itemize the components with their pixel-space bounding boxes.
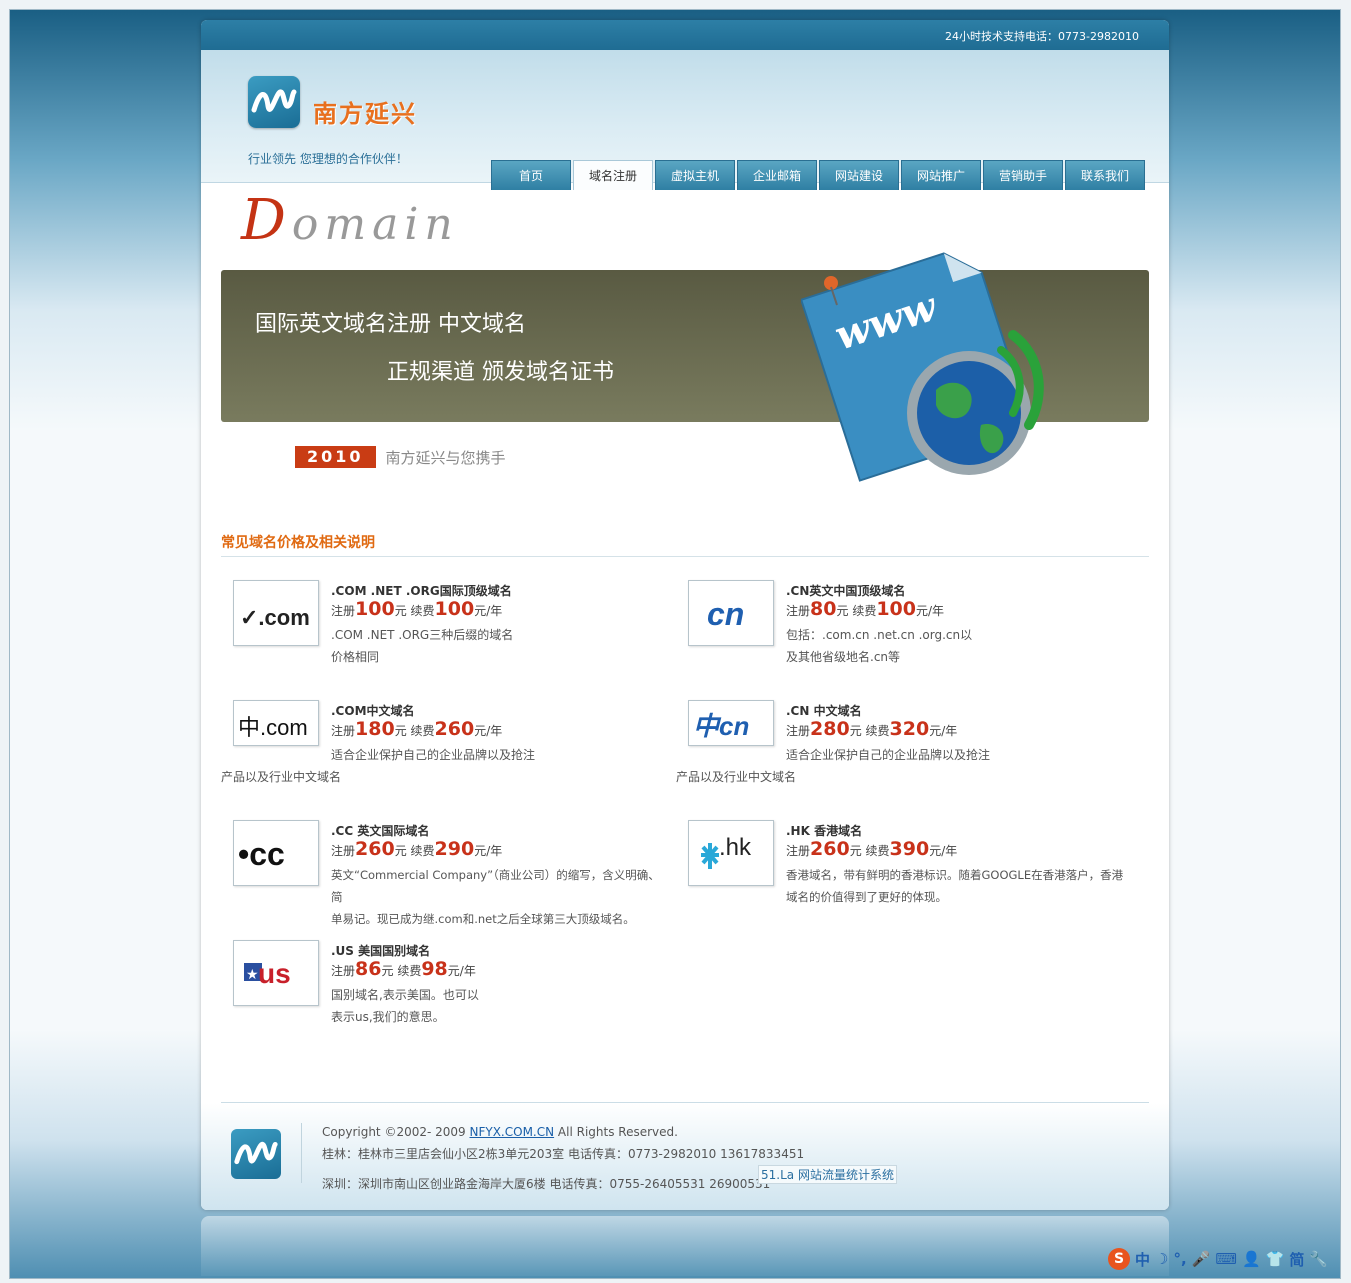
domain-desc: .COM .NET .ORG三种后缀的域名 价格相同 bbox=[331, 628, 514, 664]
shenzhen-address: 深圳：深圳市南山区创业路金海岸大厦6楼 电话传真：0755-26405531 2… bbox=[322, 1177, 771, 1191]
nav-contact[interactable]: 联系我们 bbox=[1065, 160, 1145, 190]
domain-price: 注册260元 续费390元/年 bbox=[786, 838, 958, 860]
punctuation-icon[interactable]: °, bbox=[1173, 1250, 1186, 1268]
cc-thumb-icon[interactable]: •cc bbox=[233, 820, 319, 886]
domain-name: .US 美国国别域名 bbox=[331, 944, 431, 958]
domain-heading: Domain bbox=[241, 188, 459, 253]
footer-divider-vertical bbox=[301, 1123, 302, 1183]
guilin-address: 桂林：桂林市三里店会仙小区2栋3单元203室 电话传真：0773-2982010… bbox=[322, 1147, 805, 1161]
domain-desc: 适合企业保护自己的企业品牌以及抢注 产品以及行业中文域名 bbox=[221, 748, 536, 784]
domain-desc: 英文“Commercial Company”（商业公司）的缩写，含义明确、简 单易… bbox=[331, 868, 660, 926]
svg-text:us: us bbox=[258, 958, 291, 989]
domain-name: .COM中文域名 bbox=[331, 704, 415, 718]
sogou-logo-icon[interactable]: S bbox=[1108, 1248, 1130, 1270]
footer: Copyright ©2002- 2009 NFYX.COM.CN All Ri… bbox=[201, 1103, 1169, 1210]
page-container: 24小时技术支持电话：0773-2982010 南方延兴 行业领先 您理想的合作… bbox=[201, 20, 1169, 1210]
moon-icon[interactable]: ☽ bbox=[1155, 1250, 1168, 1268]
header: 南方延兴 行业领先 您理想的合作伙伴！ 首页 域名注册 虚拟主机 企业邮箱 网站… bbox=[201, 50, 1169, 190]
nav-marketing[interactable]: 营销助手 bbox=[983, 160, 1063, 190]
main-nav: 首页 域名注册 虚拟主机 企业邮箱 网站建设 网站推广 营销助手 联系我们 bbox=[491, 160, 1147, 190]
nav-webdev[interactable]: 网站建设 bbox=[819, 160, 899, 190]
wrench-icon[interactable]: 🔧 bbox=[1309, 1250, 1328, 1268]
nav-hosting[interactable]: 虚拟主机 bbox=[655, 160, 735, 190]
domain-price: 注册86元 续费98元/年 bbox=[331, 958, 476, 980]
svg-text:•cc: •cc bbox=[238, 836, 285, 872]
domain-desc: 包括：.com.cn .net.cn .org.cn以 及其他省级地名.cn等 bbox=[786, 628, 973, 664]
domain-name: .HK 香港域名 bbox=[786, 824, 863, 838]
domain-price: 注册100元 续费100元/年 bbox=[331, 598, 503, 620]
svg-text:★: ★ bbox=[246, 967, 259, 983]
brand-slogan: 行业领先 您理想的合作伙伴！ bbox=[248, 152, 408, 166]
keyboard-icon[interactable]: ⌨ bbox=[1215, 1250, 1237, 1268]
user-icon[interactable]: 👤 bbox=[1242, 1250, 1261, 1268]
hero-line-1: 国际英文域名注册 中文域名 bbox=[255, 312, 526, 337]
domain-name: .CN英文中国顶级域名 bbox=[786, 584, 906, 598]
svg-text:✓.com: ✓.com bbox=[240, 605, 310, 630]
nav-home[interactable]: 首页 bbox=[491, 160, 571, 190]
logo-icon[interactable] bbox=[248, 76, 300, 128]
site-link[interactable]: NFYX.COM.CN bbox=[470, 1125, 555, 1139]
domain-price: 注册260元 续费290元/年 bbox=[331, 838, 503, 860]
domain-desc: 适合企业保护自己的企业品牌以及抢注 产品以及行业中文域名 bbox=[676, 748, 991, 784]
footer-logo-icon[interactable] bbox=[231, 1129, 281, 1179]
hero-line-2: 正规渠道 颁发域名证书 bbox=[387, 360, 614, 385]
domain-desc: 香港域名，带有鲜明的香港标识。随着GOOGLE在香港落户，香港 域名的价值得到了更… bbox=[786, 868, 1124, 904]
hk-thumb-icon[interactable]: .hk bbox=[688, 820, 774, 886]
section-title: 常见域名价格及相关说明 bbox=[221, 532, 1149, 557]
domain-price: 注册180元 续费260元/年 bbox=[331, 718, 503, 740]
svg-text:.hk: .hk bbox=[719, 834, 752, 861]
support-phone: 24小时技术支持电话：0773-2982010 bbox=[945, 30, 1139, 43]
us-thumb-icon[interactable]: ★ us bbox=[233, 940, 319, 1006]
svg-text:中cn: 中cn bbox=[693, 711, 749, 741]
chinese-cn-thumb-icon[interactable]: 中cn bbox=[688, 700, 774, 746]
domain-name: .COM .NET .ORG国际顶级域名 bbox=[331, 584, 512, 598]
domain-desc: 国别域名,表示美国。也可以 表示us,我们的意思。 bbox=[331, 988, 479, 1024]
ime-chinese-toggle[interactable]: 中 bbox=[1135, 1249, 1150, 1270]
brand-name[interactable]: 南方延兴 bbox=[313, 94, 417, 129]
svg-text:cn: cn bbox=[707, 596, 744, 632]
ime-toolbar: S 中 ☽ °, 🎤 ⌨ 👤 👕 简 🔧 bbox=[1108, 1246, 1333, 1272]
domain-name: .CC 英文国际域名 bbox=[331, 824, 430, 838]
chinese-com-thumb-icon[interactable]: 中.com bbox=[233, 700, 319, 746]
svg-text:中.com: 中.com bbox=[238, 715, 308, 740]
copyright: Copyright ©2002- 2009 NFYX.COM.CN All Ri… bbox=[322, 1125, 678, 1139]
year-badge: 2010 bbox=[295, 446, 376, 468]
nav-promotion[interactable]: 网站推广 bbox=[901, 160, 981, 190]
simplified-toggle[interactable]: 简 bbox=[1289, 1249, 1304, 1270]
skin-icon[interactable]: 👕 bbox=[1266, 1250, 1285, 1268]
top-bar: 24小时技术支持电话：0773-2982010 bbox=[201, 20, 1169, 50]
cn-thumb-icon[interactable]: cn bbox=[688, 580, 774, 646]
nav-email[interactable]: 企业邮箱 bbox=[737, 160, 817, 190]
domain-price: 注册80元 续费100元/年 bbox=[786, 598, 945, 620]
tagline-text: 南方延兴与您携手 bbox=[385, 448, 506, 467]
page-reflection bbox=[201, 1216, 1169, 1276]
stats-link[interactable]: 51.La 网站流量统计系统 bbox=[758, 1165, 897, 1184]
com-thumb-icon[interactable]: ✓.com bbox=[233, 580, 319, 646]
hero-tagline: 2010 南方延兴与您携手 bbox=[295, 446, 506, 468]
nav-domain[interactable]: 域名注册 bbox=[573, 160, 653, 190]
domain-name: .CN 中文域名 bbox=[786, 704, 862, 718]
domain-price: 注册280元 续费320元/年 bbox=[786, 718, 958, 740]
www-globe-icon: www bbox=[799, 225, 1071, 488]
microphone-icon[interactable]: 🎤 bbox=[1192, 1250, 1211, 1268]
